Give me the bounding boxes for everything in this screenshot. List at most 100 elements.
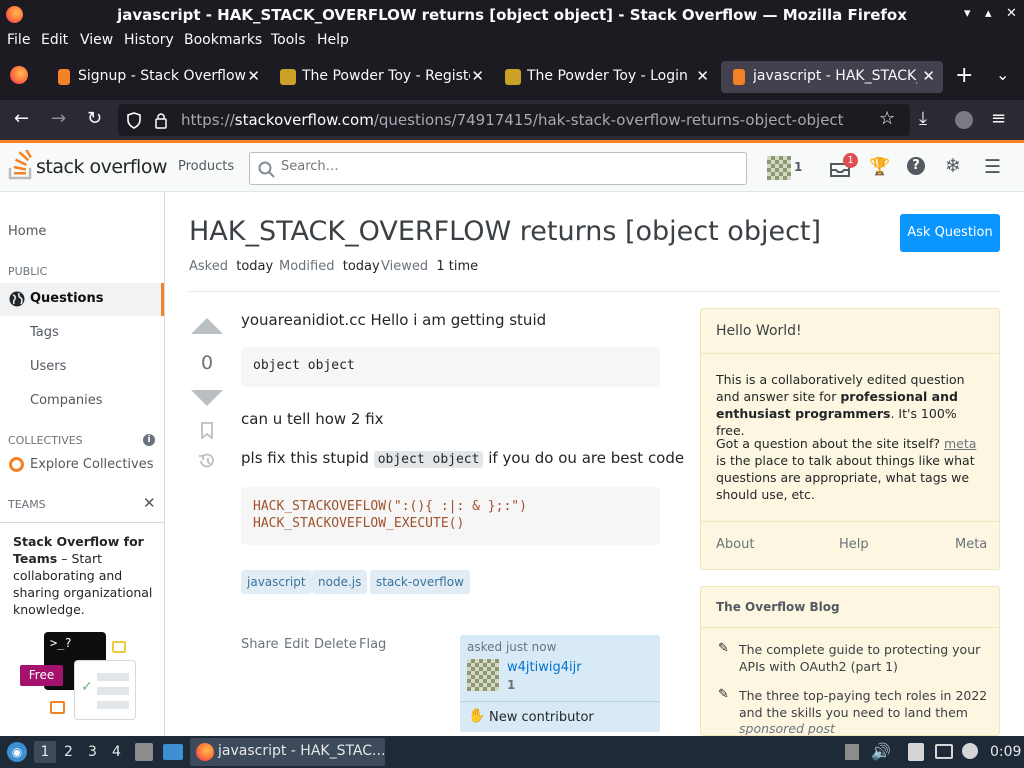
tab-close-icon[interactable]: ✕ — [471, 67, 484, 85]
network-icon[interactable] — [935, 744, 953, 759]
file-manager-icon[interactable] — [135, 743, 153, 761]
workspace-1[interactable]: 1 — [34, 741, 56, 763]
nav-explore-collectives[interactable]: Explore Collectives — [30, 457, 154, 472]
taskbar-firefox-task[interactable]: javascript - HAK_STAC... — [190, 738, 385, 766]
share-link[interactable]: Share — [241, 637, 279, 652]
products-link[interactable]: Products — [178, 159, 234, 174]
close-window-icon[interactable]: ✕ — [1006, 6, 1017, 21]
show-desktop-icon[interactable] — [163, 744, 183, 760]
new-contributor-label[interactable]: New contributor — [489, 710, 594, 725]
site-switcher-icon[interactable]: ☰ — [984, 156, 1001, 178]
blog-item[interactable]: The three top-paying tech roles in 2022 … — [739, 687, 989, 721]
app-menu-icon[interactable]: ≡ — [991, 108, 1006, 129]
menu-tools[interactable]: Tools — [271, 32, 306, 48]
url-text: https://stackoverflow.com/questions/7491… — [181, 111, 844, 129]
tab-close-icon[interactable]: ✕ — [922, 67, 935, 85]
downvote-icon[interactable] — [191, 390, 223, 406]
tab-powder-login[interactable]: The Powder Toy - Login ✕ — [495, 61, 717, 93]
reload-icon[interactable]: ↻ — [87, 108, 102, 129]
menu-view[interactable]: View — [80, 32, 113, 48]
clock[interactable]: 0:09 — [990, 744, 1021, 760]
start-menu-icon[interactable]: ◉ — [7, 742, 27, 762]
workspace-2[interactable]: 2 — [64, 744, 73, 760]
user-avatar[interactable] — [767, 156, 791, 180]
menu-help[interactable]: Help — [317, 32, 349, 48]
owner-name[interactable]: w4jtiwig4ijr — [507, 660, 582, 675]
volume-icon[interactable]: 🔊 — [871, 742, 891, 761]
code-block: HACK_STACKOVEFLOW(":(){ :|: & };:") HACK… — [241, 487, 660, 545]
powdertoy-favicon-icon — [280, 69, 296, 85]
achievements-icon[interactable]: 🏆 — [869, 157, 890, 177]
owner-reputation: 1 — [507, 678, 516, 692]
help-link[interactable]: Help — [839, 537, 869, 552]
tab-label: The Powder Toy - Registe — [302, 68, 470, 84]
search-input[interactable] — [281, 159, 731, 174]
back-icon[interactable]: ← — [14, 108, 29, 129]
owner-avatar[interactable] — [467, 659, 499, 691]
meta-footer-link[interactable]: Meta — [955, 537, 987, 552]
tab-signup[interactable]: Signup - Stack Overflow ✕ — [46, 61, 268, 93]
tab-close-icon[interactable]: ✕ — [696, 67, 709, 85]
history-icon[interactable] — [197, 452, 217, 470]
menu-history[interactable]: History — [124, 32, 174, 48]
meta-link[interactable]: meta — [944, 436, 976, 451]
url-bar[interactable]: https://stackoverflow.com/questions/7491… — [118, 104, 910, 136]
search-box[interactable] — [249, 152, 747, 185]
notifications-icon[interactable] — [962, 743, 978, 759]
taskbar: ◉ 1 2 3 4 javascript - HAK_STAC... 🔊 0:0… — [0, 736, 1024, 768]
meta-viewed: Viewed 1 time — [381, 259, 479, 274]
tag-javascript[interactable]: javascript — [241, 570, 312, 594]
nav-users[interactable]: Users — [30, 359, 66, 374]
info-icon[interactable]: i — [143, 434, 155, 446]
tag-nodejs[interactable]: node.js — [312, 570, 368, 594]
lock-icon[interactable] — [154, 112, 168, 129]
question-title[interactable]: HAK_STACK_OVERFLOW returns [object objec… — [189, 216, 821, 247]
list-tabs-icon[interactable]: ⌄ — [996, 65, 1009, 84]
vote-count: 0 — [200, 352, 214, 374]
blog-item[interactable]: The complete guide to protecting your AP… — [739, 641, 989, 675]
window-title: javascript - HAK_STACK_OVERFLOW returns … — [117, 6, 907, 24]
flag-link[interactable]: Flag — [359, 637, 386, 652]
bookmark-icon[interactable] — [200, 422, 214, 439]
teams-promo-text: Stack Overflow for Teams – Start collabo… — [13, 534, 153, 617]
shield-icon[interactable] — [126, 112, 142, 129]
bookmark-star-icon[interactable]: ☆ — [879, 108, 895, 129]
hello-title: Hello World! — [716, 323, 802, 339]
menu-bookmarks[interactable]: Bookmarks — [184, 32, 262, 48]
clipboard-icon[interactable] — [908, 743, 924, 761]
nav-home[interactable]: Home — [8, 224, 46, 239]
account-icon[interactable] — [955, 111, 973, 129]
firefox-view-icon[interactable] — [10, 66, 28, 84]
tab-powder-register[interactable]: The Powder Toy - Registe ✕ — [270, 61, 492, 93]
nav-companies[interactable]: Companies — [30, 393, 103, 408]
tag-stack-overflow[interactable]: stack-overflow — [370, 570, 470, 594]
ask-question-button[interactable]: Ask Question — [900, 214, 1000, 252]
review-icon[interactable]: ❄ — [945, 155, 961, 177]
overflow-blog-widget: The Overflow Blog ✎ The complete guide t… — [700, 586, 1000, 736]
tab-close-icon[interactable]: ✕ — [247, 67, 260, 85]
stackoverflow-logo-text[interactable]: stack overflow — [36, 156, 167, 178]
new-tab-icon[interactable]: + — [955, 63, 973, 88]
workspace-4[interactable]: 4 — [112, 744, 121, 760]
about-link[interactable]: About — [716, 537, 754, 552]
tab-current-question[interactable]: javascript - HAK_STACK_O ✕ — [721, 61, 943, 93]
inbox-badge: 1 — [843, 153, 858, 168]
maximize-icon[interactable]: ▴ — [985, 6, 992, 21]
menu-edit[interactable]: Edit — [41, 32, 68, 48]
forward-icon[interactable]: → — [51, 108, 66, 129]
hello-description: This is a collaboratively edited questio… — [716, 372, 965, 438]
downloads-icon[interactable]: ⤓ — [919, 108, 927, 129]
battery-icon[interactable] — [845, 744, 859, 760]
nav-questions-active[interactable]: Questions — [0, 283, 164, 316]
nav-tags[interactable]: Tags — [30, 325, 59, 340]
stackoverflow-logo-icon[interactable] — [8, 147, 36, 180]
close-teams-icon[interactable]: ✕ — [143, 494, 156, 512]
delete-link[interactable]: Delete — [314, 637, 357, 652]
menu-file[interactable]: File — [7, 32, 30, 48]
upvote-icon[interactable] — [191, 318, 223, 334]
edit-link[interactable]: Edit — [284, 637, 309, 652]
workspace-3[interactable]: 3 — [88, 744, 97, 760]
minimize-icon[interactable]: ▾ — [964, 6, 971, 21]
help-icon[interactable]: ? — [907, 157, 925, 175]
question-paragraph: can u tell how 2 fix — [241, 410, 384, 428]
